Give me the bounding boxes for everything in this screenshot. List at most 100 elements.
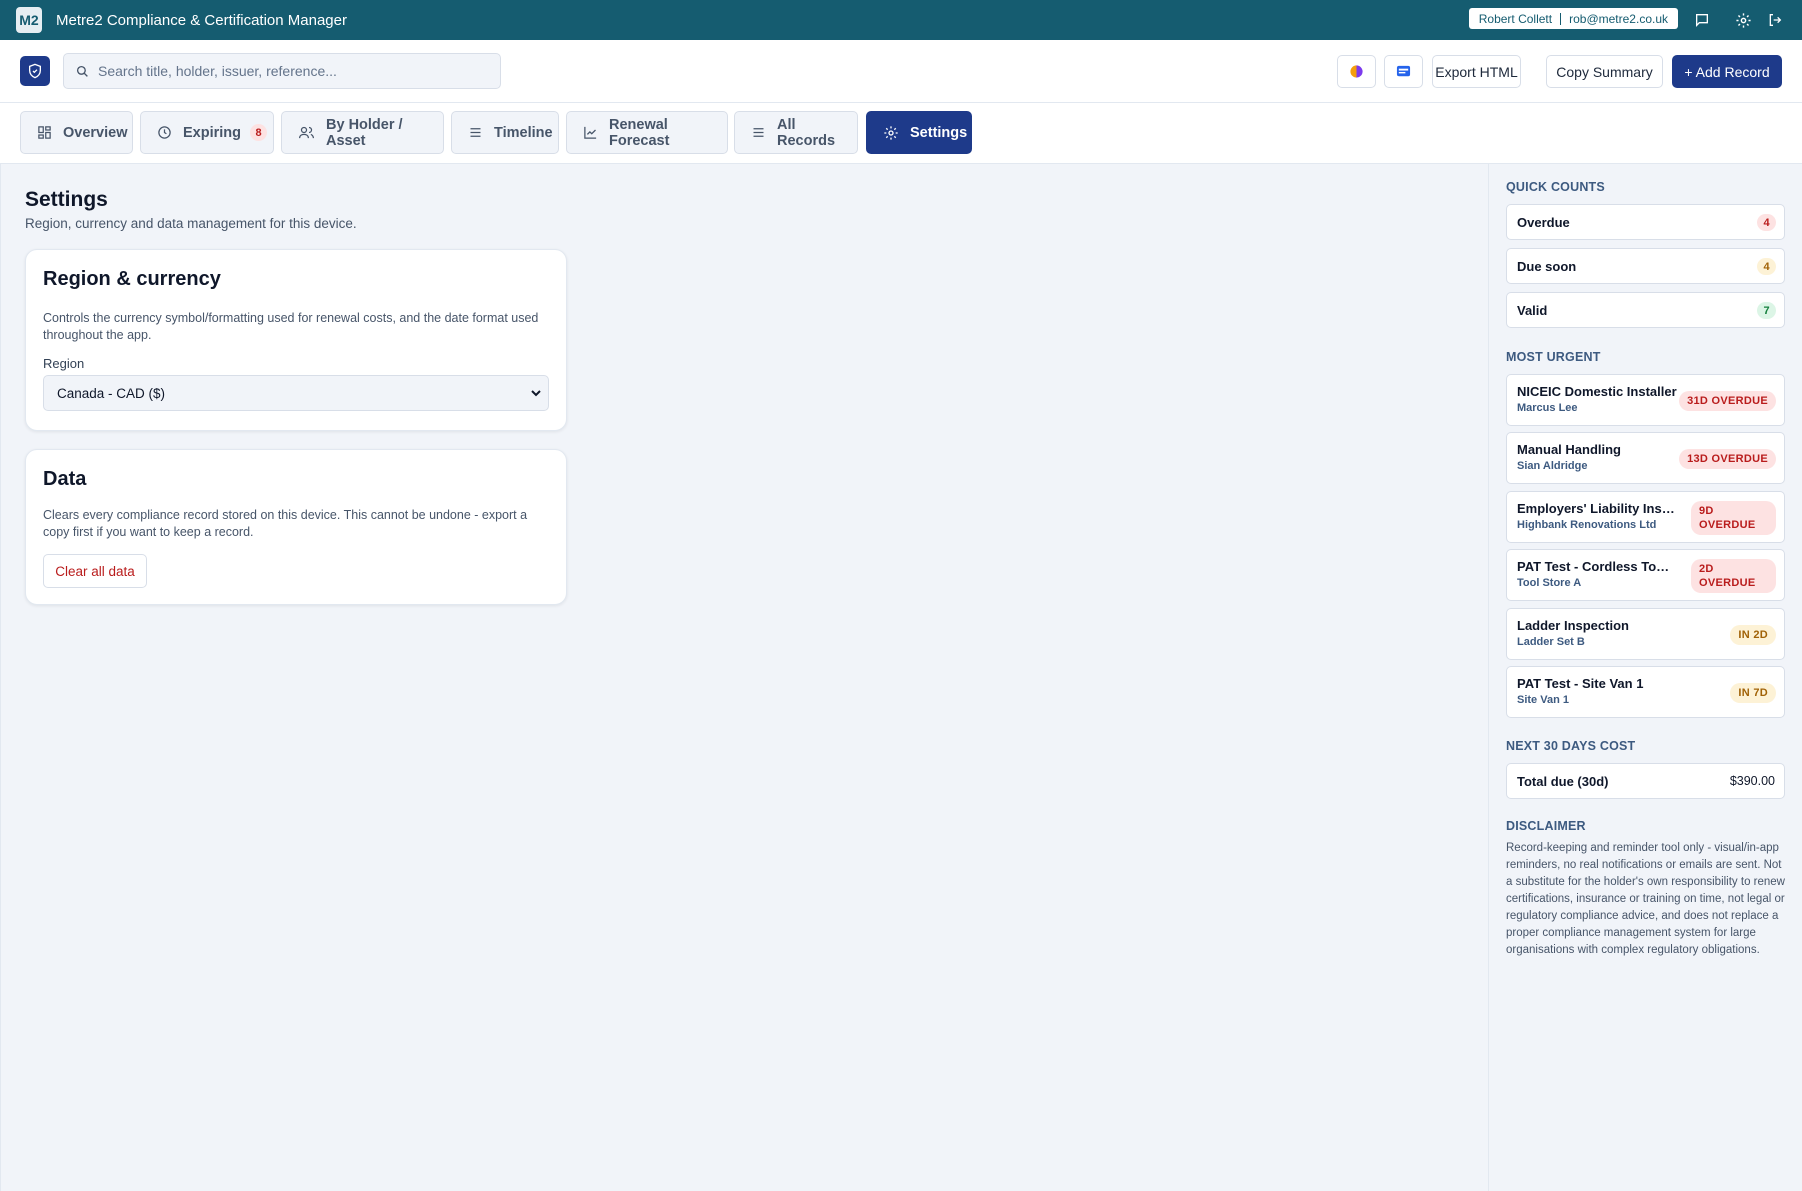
tab-settings[interactable]: Settings: [866, 111, 972, 154]
search-box[interactable]: [63, 53, 501, 89]
users-icon: [298, 125, 315, 140]
urgent-title: PAT Test - Cordless Tool Store: [1517, 559, 1677, 574]
urgent-item[interactable]: NICEIC Domestic Installer Marcus Lee 31D…: [1506, 374, 1785, 426]
region-label: Region: [43, 356, 85, 371]
status-badge: 13D OVERDUE: [1679, 449, 1776, 469]
region-select[interactable]: Canada - CAD ($): [43, 375, 549, 411]
theme-button[interactable]: [1337, 55, 1376, 88]
count-label: Overdue: [1517, 214, 1570, 230]
tab-renewal-forecast[interactable]: Renewal Forecast: [566, 111, 728, 154]
tab-label: Overview: [63, 124, 128, 141]
list-icon: [468, 125, 483, 140]
urgent-title: Manual Handling: [1517, 442, 1621, 457]
total-due-row: Total due (30d) $390.00: [1506, 763, 1785, 799]
urgent-item[interactable]: Manual Handling Sian Aldridge 13D OVERDU…: [1506, 432, 1785, 484]
grid-icon: [37, 125, 52, 140]
user-email: rob@metre2.co.uk: [1569, 11, 1668, 26]
total-amount: $390.00: [1729, 774, 1775, 788]
count-label: Valid: [1517, 302, 1548, 318]
urgent-item[interactable]: PAT Test - Site Van 1 Site Van 1 IN 7D: [1506, 666, 1785, 718]
card-title: Region & currency: [43, 268, 221, 290]
list-icon: [751, 125, 766, 140]
add-record-button[interactable]: + Add Record: [1672, 55, 1782, 88]
urgent-title: Employers' Liability Insurance: [1517, 501, 1677, 516]
disclaimer-text: Record-keeping and reminder tool only - …: [1506, 842, 1785, 956]
urgent-title: Ladder Inspection: [1517, 618, 1629, 633]
user-account-box[interactable]: Robert Collett rob@metre2.co.uk: [1468, 8, 1678, 29]
gear-icon[interactable]: [1732, 9, 1754, 31]
toolbar: Export HTML Copy Summary + Add Record: [0, 40, 1802, 103]
title-bar: M2 Metre2 Compliance & Certification Man…: [0, 0, 1802, 40]
tab-overview[interactable]: Overview: [20, 111, 133, 154]
count-label: Due soon: [1517, 258, 1577, 274]
tab-all-records[interactable]: All Records: [734, 111, 858, 154]
clear-all-data-button[interactable]: Clear all data: [43, 554, 147, 588]
clock-icon: [157, 125, 172, 140]
total-label: Total due (30d): [1517, 773, 1609, 789]
urgent-holder: Marcus Lee: [1517, 402, 1578, 414]
tab-label: Expiring: [183, 124, 242, 141]
expiring-count-badge: 8: [250, 124, 268, 141]
chevron-down-icon: [530, 387, 542, 399]
palette-icon: [1349, 64, 1364, 79]
card-description: Controls the currency symbol/formatting …: [43, 311, 539, 342]
page-title: Settings: [25, 188, 108, 211]
urgent-holder: Highbank Renovations Ltd: [1517, 519, 1657, 531]
tab-expiring[interactable]: Expiring 8: [140, 111, 274, 154]
app-title: Metre2 Compliance & Certification Manage…: [56, 11, 347, 29]
disclaimer-title: DISCLAIMER: [1506, 819, 1586, 833]
card-title: Data: [43, 468, 87, 490]
user-divider: [1560, 12, 1562, 25]
status-badge: 9D OVERDUE: [1691, 501, 1776, 535]
tab-label: All Records: [777, 116, 836, 149]
tab-label: By Holder / Asset: [326, 116, 403, 149]
most-urgent-title: MOST URGENT: [1506, 350, 1601, 364]
tab-label: Renewal Forecast: [609, 116, 670, 149]
urgent-item[interactable]: Ladder Inspection Ladder Set B IN 2D: [1506, 608, 1785, 660]
screen-icon: [1396, 64, 1411, 79]
display-button[interactable]: [1384, 55, 1423, 88]
urgent-item[interactable]: PAT Test - Cordless Tool Store Tool Stor…: [1506, 549, 1785, 601]
shield-icon[interactable]: [20, 56, 50, 86]
count-due-soon[interactable]: Due soon 4: [1506, 248, 1785, 284]
status-badge: 2D OVERDUE: [1691, 559, 1776, 593]
card-description: Clears every compliance record stored on…: [43, 508, 528, 539]
user-name: Robert Collett: [1478, 11, 1553, 26]
cost-title: NEXT 30 DAYS COST: [1506, 739, 1636, 753]
tab-timeline[interactable]: Timeline: [451, 111, 559, 154]
urgent-holder: Tool Store A: [1517, 577, 1582, 589]
chat-icon[interactable]: [1691, 9, 1713, 31]
count-badge: 4: [1757, 258, 1776, 275]
urgent-holder: Site Van 1: [1517, 694, 1569, 706]
page-subtitle: Region, currency and data management for…: [25, 216, 357, 231]
chart-line-icon: [583, 125, 598, 140]
count-badge: 7: [1757, 302, 1776, 319]
right-sidebar: QUICK COUNTS Overdue 4 Due soon 4 Valid …: [1488, 164, 1802, 1191]
urgent-title: NICEIC Domestic Installer: [1517, 384, 1677, 399]
main-content: Settings Region, currency and data manag…: [0, 164, 1488, 1191]
tab-by-holder-asset[interactable]: By Holder / Asset: [281, 111, 444, 154]
logout-icon[interactable]: [1764, 9, 1786, 31]
gear-icon: [883, 125, 899, 141]
status-badge: IN 7D: [1730, 683, 1776, 703]
search-icon: [76, 65, 89, 78]
urgent-title: PAT Test - Site Van 1: [1517, 676, 1644, 691]
urgent-item[interactable]: Employers' Liability Insurance Highbank …: [1506, 491, 1785, 543]
count-overdue[interactable]: Overdue 4: [1506, 204, 1785, 240]
tab-label: Timeline: [494, 124, 553, 141]
region-currency-card: Region & currency Controls the currency …: [25, 249, 567, 431]
search-input[interactable]: [98, 63, 478, 79]
tab-label: Settings: [910, 124, 968, 141]
data-card: Data Clears every compliance record stor…: [25, 449, 567, 605]
app-logo: M2: [16, 7, 42, 33]
status-badge: 31D OVERDUE: [1679, 391, 1776, 411]
region-select-value: Canada - CAD ($): [57, 385, 166, 401]
copy-summary-button[interactable]: Copy Summary: [1546, 55, 1663, 88]
export-html-button[interactable]: Export HTML: [1432, 55, 1521, 88]
status-badge: IN 2D: [1730, 625, 1776, 645]
urgent-holder: Sian Aldridge: [1517, 460, 1588, 472]
quick-counts-title: QUICK COUNTS: [1506, 180, 1605, 194]
count-valid[interactable]: Valid 7: [1506, 292, 1785, 328]
count-badge: 4: [1757, 214, 1776, 231]
urgent-holder: Ladder Set B: [1517, 636, 1585, 648]
